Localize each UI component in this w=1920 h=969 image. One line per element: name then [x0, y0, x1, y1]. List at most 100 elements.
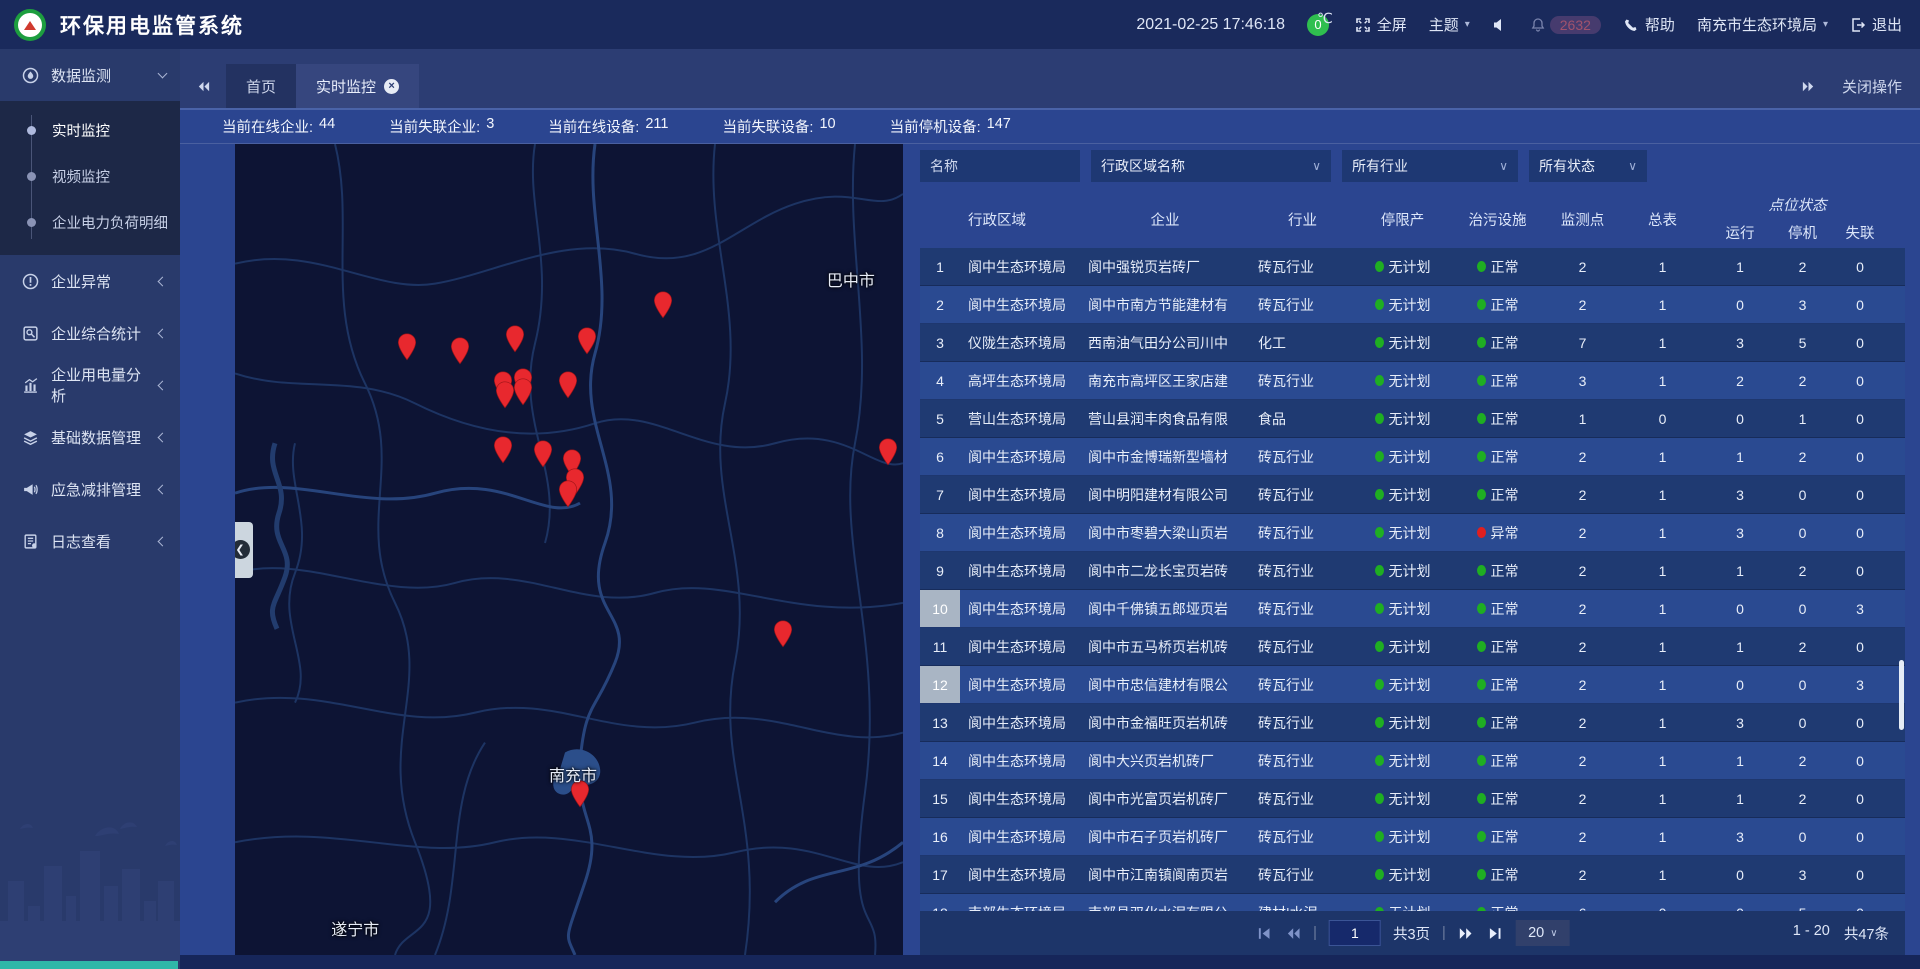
- tab-close-icon[interactable]: ×: [384, 79, 399, 94]
- cell-lost-count: 0: [1830, 362, 1890, 399]
- sidebar-item-6[interactable]: 日志查看: [0, 515, 180, 567]
- tab-home[interactable]: 首页: [226, 64, 296, 108]
- table-row[interactable]: 15阆中生态环境局阆中市光富页岩机砖厂砖瓦行业无计划正常21120: [920, 780, 1905, 818]
- map-pin-icon[interactable]: [878, 438, 898, 466]
- table-row[interactable]: 18南部生态环境局南部县双化水泥有限公建材|水泥无计划正常60050: [920, 894, 1905, 911]
- tabs-scroll-right-button[interactable]: [1801, 64, 1816, 108]
- first-page-button[interactable]: [1255, 925, 1272, 942]
- map-pin-icon[interactable]: [558, 480, 578, 508]
- sidebar-item-3[interactable]: 企业用电量分析: [0, 359, 180, 411]
- map-pin-icon[interactable]: [533, 440, 553, 468]
- table-row[interactable]: 3仪陇生态环境局西南油气田分公司川中化工无计划正常71350: [920, 324, 1905, 362]
- status-dot-icon: [1477, 717, 1486, 728]
- table-row[interactable]: 16阆中生态环境局阆中市石子页岩机砖厂砖瓦行业无计划正常21300: [920, 818, 1905, 856]
- region-select[interactable]: 行政区域名称∨: [1091, 150, 1331, 182]
- cell-enterprise: 阆中市石子页岩机砖厂: [1080, 818, 1250, 855]
- org-dropdown[interactable]: 南充市生态环境局▾: [1697, 14, 1828, 35]
- app-title: 环保用电监管系统: [60, 10, 244, 40]
- status-dot-icon: [1375, 679, 1384, 690]
- theme-dropdown[interactable]: 主题▾: [1429, 14, 1470, 35]
- sidebar-subitem-1[interactable]: 视频监控: [0, 153, 180, 199]
- cell-pollution-facility: 正常: [1450, 742, 1545, 779]
- table-row[interactable]: 4高坪生态环境局南充市高坪区王家店建砖瓦行业无计划正常31220: [920, 362, 1905, 400]
- help-button[interactable]: 帮助: [1623, 14, 1675, 35]
- map-pin-icon[interactable]: [397, 333, 417, 361]
- sidebar-item-4[interactable]: 基础数据管理: [0, 411, 180, 463]
- cell-monitor-count: 2: [1545, 248, 1620, 285]
- cell-industry: 砖瓦行业: [1250, 818, 1355, 855]
- table-row[interactable]: 7阆中生态环境局阆中明阳建材有限公司砖瓦行业无计划正常21300: [920, 476, 1905, 514]
- map-pin-icon[interactable]: [577, 327, 597, 355]
- tabs-scroll-left-button[interactable]: [180, 64, 226, 108]
- cell-production-limit: 无计划: [1355, 856, 1450, 893]
- table-row[interactable]: 12阆中生态环境局阆中市忠信建材有限公砖瓦行业无计划正常21003: [920, 666, 1905, 704]
- sidebar-item-5[interactable]: 应急减排管理: [0, 463, 180, 515]
- cell-meter-count: 1: [1620, 818, 1705, 855]
- sidebar-item-1[interactable]: 企业异常: [0, 255, 180, 307]
- name-search-input[interactable]: [920, 150, 1080, 182]
- map-pin-icon[interactable]: [450, 337, 470, 365]
- sidebar-subitem-2[interactable]: 企业电力负荷明细: [0, 199, 180, 245]
- cell-index: 7: [920, 476, 960, 513]
- map-pin-icon[interactable]: [653, 291, 673, 319]
- prev-page-button[interactable]: [1284, 925, 1301, 942]
- cell-enterprise: 阆中市金博瑞新型墙材: [1080, 438, 1250, 475]
- cell-lost-count: 0: [1830, 704, 1890, 741]
- map-city-label: 遂宁市: [331, 916, 379, 940]
- stat-value: 44: [319, 116, 335, 137]
- table-row[interactable]: 14阆中生态环境局阆中大兴页岩机砖厂砖瓦行业无计划正常21120: [920, 742, 1905, 780]
- cell-region: 南部生态环境局: [960, 894, 1080, 911]
- table-row[interactable]: 10阆中生态环境局阆中千佛镇五郎垭页岩砖瓦行业无计划正常21003: [920, 590, 1905, 628]
- sidebar-item-2[interactable]: 企业综合统计: [0, 307, 180, 359]
- sound-toggle-button[interactable]: [1492, 17, 1508, 33]
- cell-monitor-count: 1: [1545, 400, 1620, 437]
- next-page-button[interactable]: [1458, 925, 1475, 942]
- table-row[interactable]: 2阆中生态环境局阆中市南方节能建材有砖瓦行业无计划正常21030: [920, 286, 1905, 324]
- cell-meter-count: 1: [1620, 666, 1705, 703]
- table-row[interactable]: 6阆中生态环境局阆中市金博瑞新型墙材砖瓦行业无计划正常21120: [920, 438, 1905, 476]
- map-collapse-button[interactable]: ❮: [235, 522, 253, 578]
- logout-button[interactable]: 退出: [1850, 14, 1902, 35]
- fullscreen-button[interactable]: 全屏: [1355, 14, 1407, 35]
- power-analysis-icon: [22, 377, 39, 394]
- map-pin-icon[interactable]: [493, 436, 513, 464]
- cell-production-limit: 无计划: [1355, 666, 1450, 703]
- cell-index: 10: [920, 590, 960, 627]
- table-row[interactable]: 13阆中生态环境局阆中市金福旺页岩机砖砖瓦行业无计划正常21300: [920, 704, 1905, 742]
- industry-select[interactable]: 所有行业∨: [1342, 150, 1518, 182]
- table-row[interactable]: 5营山生态环境局营山县润丰肉食品有限食品无计划正常10010: [920, 400, 1905, 438]
- sidebar-item-label: 企业用电量分析: [51, 364, 147, 406]
- chevron-down-icon: [158, 69, 168, 79]
- chevron-down-icon: ∨: [1312, 159, 1321, 173]
- chevron-left-icon: ❮: [235, 540, 250, 559]
- map-pin-icon[interactable]: [505, 325, 525, 353]
- cell-run-count: 3: [1705, 324, 1775, 361]
- page-size-select[interactable]: 20∨: [1516, 920, 1570, 946]
- table-row[interactable]: 8阆中生态环境局阆中市枣碧大梁山页岩砖瓦行业无计划异常21300: [920, 514, 1905, 552]
- last-page-button[interactable]: [1487, 925, 1504, 942]
- close-operations-button[interactable]: 关闭操作: [1842, 76, 1902, 97]
- table-row[interactable]: 17阆中生态环境局阆中市江南镇阆南页岩砖瓦行业无计划正常21030: [920, 856, 1905, 894]
- table-row[interactable]: 11阆中生态环境局阆中市五马桥页岩机砖砖瓦行业无计划正常21120: [920, 628, 1905, 666]
- status-dot-icon: [1477, 603, 1486, 614]
- map-pin-icon[interactable]: [773, 620, 793, 648]
- notification-widget[interactable]: 2632: [1530, 16, 1601, 34]
- stat-item-2: 当前在线设备:211: [548, 116, 668, 137]
- cell-monitor-count: 2: [1545, 742, 1620, 779]
- map-pin-icon[interactable]: [513, 378, 533, 406]
- table-row[interactable]: 9阆中生态环境局阆中市二龙长宝页岩砖砖瓦行业无计划正常21120: [920, 552, 1905, 590]
- sidebar-subitem-0[interactable]: 实时监控: [0, 107, 180, 153]
- double-chevron-left-icon: [196, 79, 211, 94]
- table-row[interactable]: 1阆中生态环境局阆中强锐页岩砖厂砖瓦行业无计划正常21120: [920, 248, 1905, 286]
- status-dot-icon: [1477, 261, 1486, 272]
- cell-production-limit: 无计划: [1355, 362, 1450, 399]
- tab-realtime-monitor[interactable]: 实时监控 ×: [296, 64, 419, 108]
- map-pin-icon[interactable]: [558, 371, 578, 399]
- table-scrollbar[interactable]: [1899, 660, 1904, 730]
- status-select[interactable]: 所有状态∨: [1529, 150, 1647, 182]
- cell-industry: 食品: [1250, 400, 1355, 437]
- sidebar-item-0[interactable]: 数据监测: [0, 49, 180, 101]
- map-pin-icon[interactable]: [495, 381, 515, 409]
- page-number-input[interactable]: [1329, 920, 1381, 946]
- map-panel[interactable]: 巴中市南充市遂宁市 ❮: [235, 144, 903, 955]
